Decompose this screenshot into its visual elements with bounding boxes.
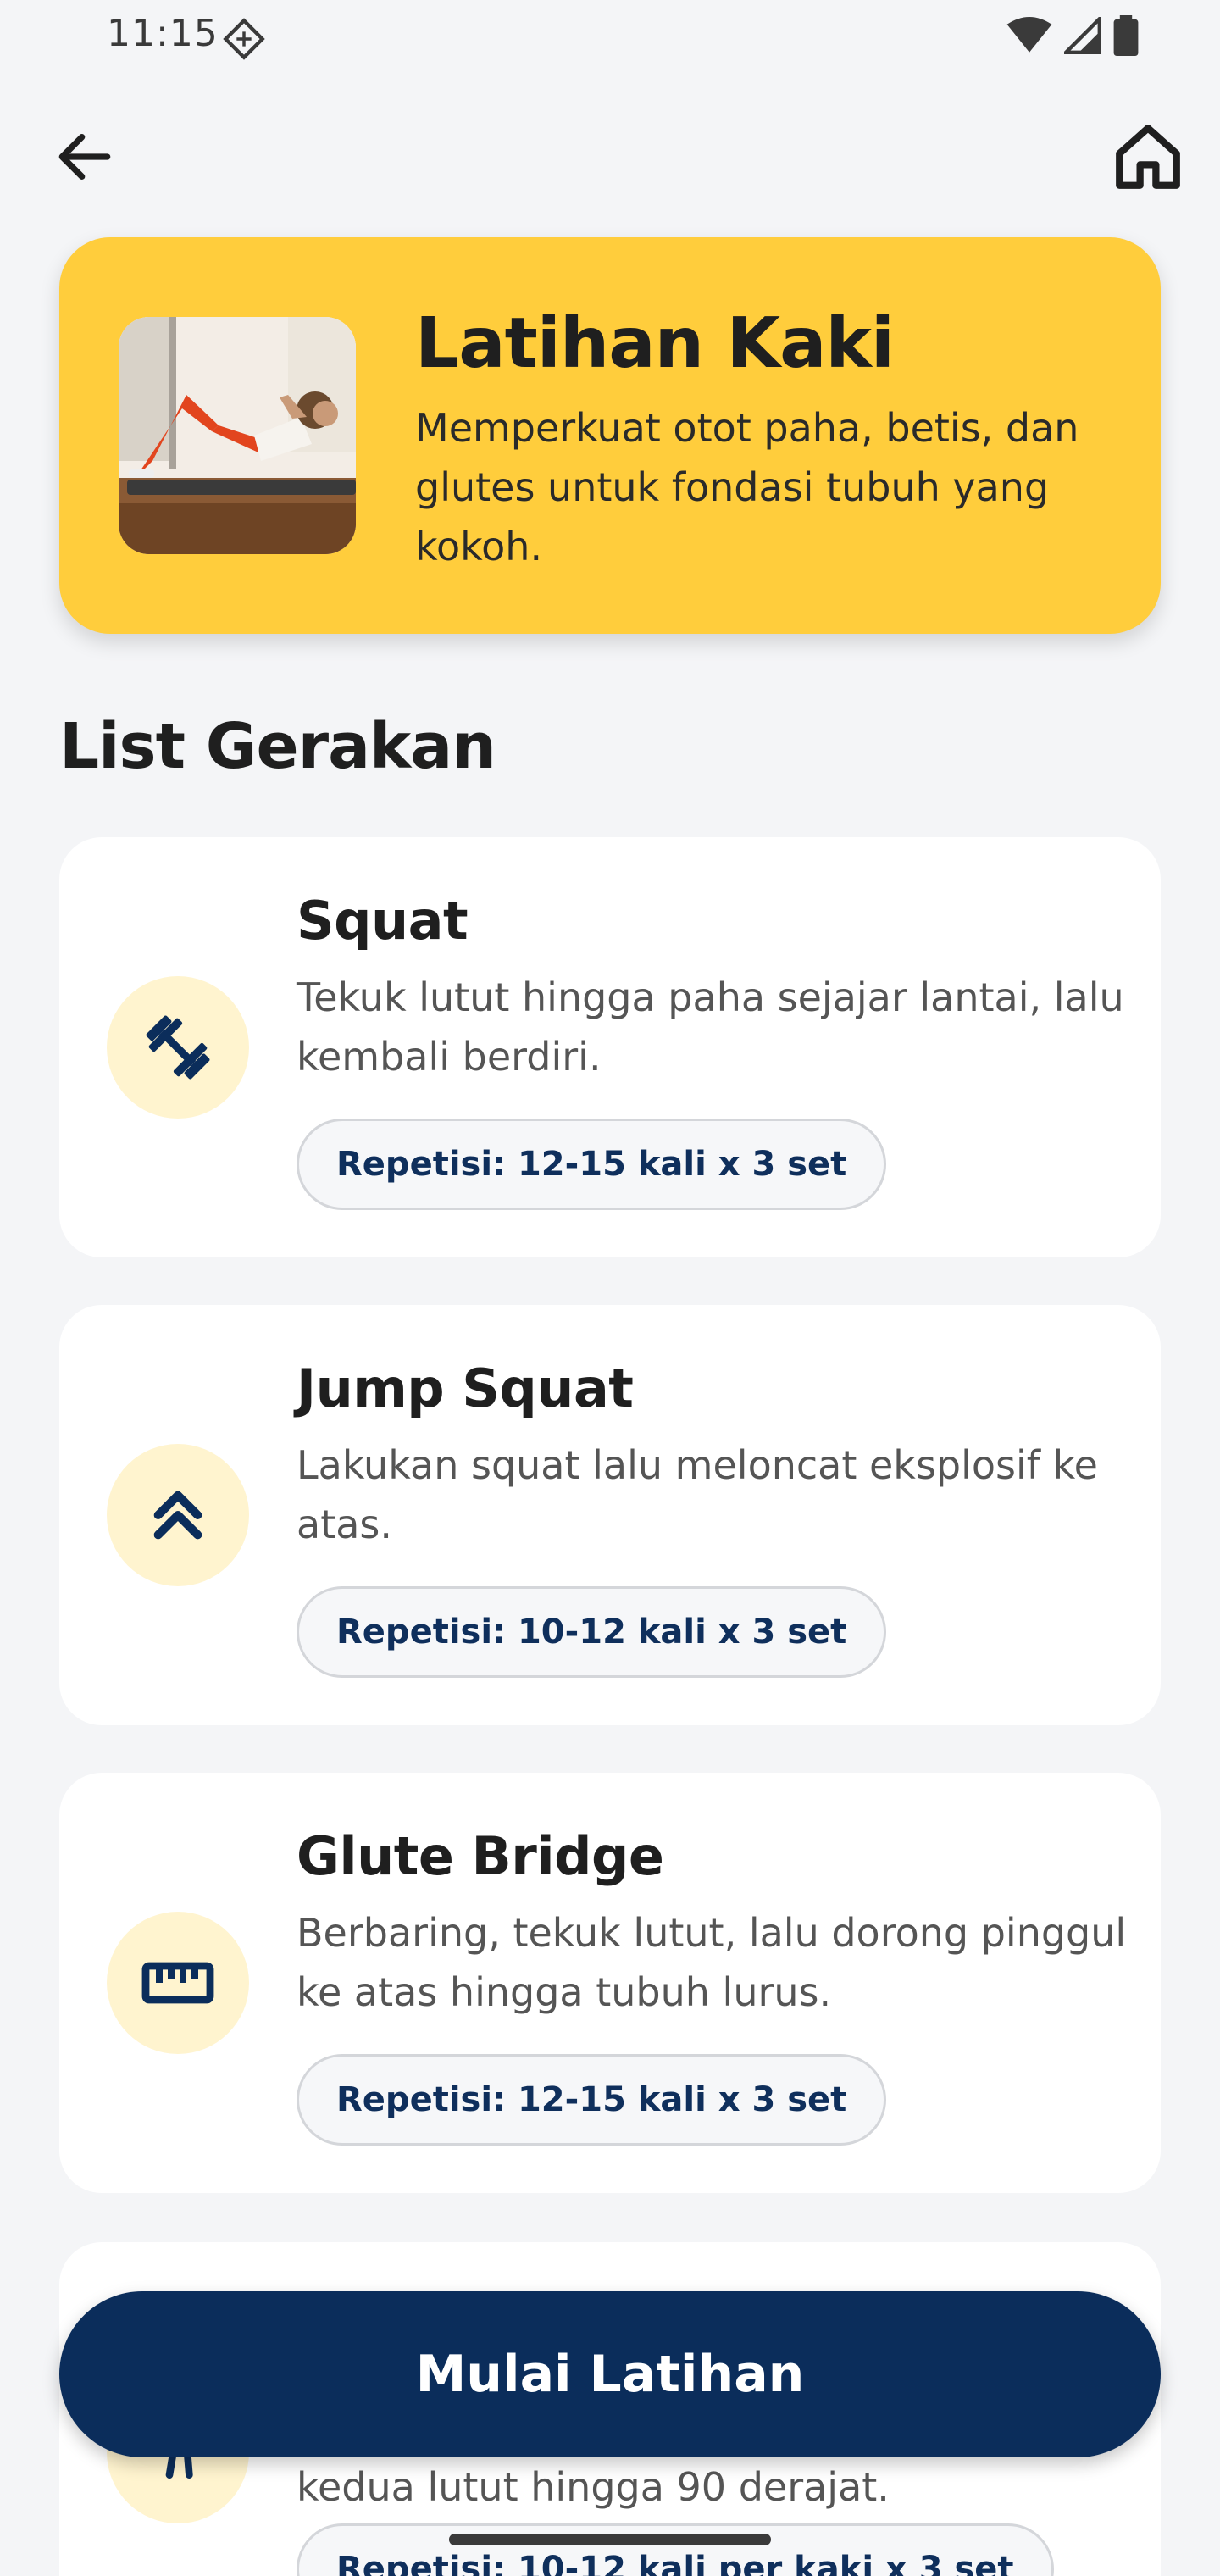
workout-photo [119,317,356,554]
double-chevron-up-icon [107,1444,249,1586]
exercise-card[interactable]: Glute Bridge Berbaring, tekuk lutut, lal… [59,1773,1161,2193]
status-time: 11:15 [107,12,219,55]
arrow-left-icon [51,134,119,194]
battery-icon [1113,15,1139,59]
exercise-description: Berbaring, tekuk lutut, lalu dorong ping… [297,1910,1127,2015]
home-indicator [449,2534,771,2545]
start-workout-button[interactable]: Mulai Latihan [59,2291,1161,2457]
home-icon [1110,125,1186,198]
dumbbell-icon [107,976,249,1119]
workout-hero-card: Latihan Kaki Memperkuat otot paha, betis… [59,237,1161,634]
workout-description: Memperkuat otot paha, betis, dan glutes … [415,405,1079,569]
reps-chip: Repetisi: 12-15 kali x 3 set [297,2054,887,2146]
exercise-card[interactable]: Squat Tekuk lutut hingga paha sejajar la… [59,837,1161,1257]
section-title: List Gerakan [59,710,496,783]
exercise-description: Lakukan squat lalu meloncat eksplosif ke… [297,1442,1098,1547]
exercise-description: Tekuk lutut hingga paha sejajar lantai, … [297,974,1124,1080]
exercise-card[interactable]: Jump Squat Lakukan squat lalu meloncat e… [59,1305,1161,1725]
exercise-name: Squat [297,890,469,952]
exercise-name: Jump Squat [297,1357,634,1419]
back-button[interactable] [51,123,119,191]
reps-chip: Repetisi: 12-15 kali x 3 set [297,1119,887,1210]
reps-chip: Repetisi: 10-12 kali per kaki x 3 set [297,2523,1054,2576]
reps-chip: Repetisi: 10-12 kali x 3 set [297,1586,887,1678]
home-button[interactable] [1110,119,1186,195]
status-bar: 11:15 [0,0,1220,75]
workout-title: Latihan Kaki [415,303,895,384]
exercise-description: kedua lutut hingga 90 derajat. [297,2464,890,2510]
signal-icon [1061,14,1101,58]
notification-icon [222,17,266,64]
exercise-name: Glute Bridge [297,1825,664,1887]
ruler-icon [107,1912,249,2054]
wifi-icon [1006,17,1052,58]
